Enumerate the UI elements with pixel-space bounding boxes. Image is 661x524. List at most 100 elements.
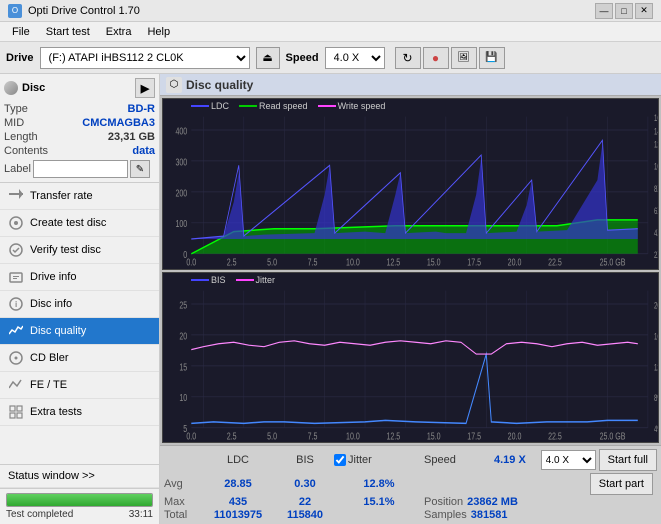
legend-ldc: LDC [191, 101, 229, 111]
disc-length-value: 23,31 GB [108, 131, 155, 143]
status-window-label: Status window >> [8, 470, 95, 482]
svg-text:5.0: 5.0 [267, 430, 277, 442]
nav-label-drive-info: Drive info [30, 271, 76, 283]
eject-button[interactable]: ⏏ [256, 47, 280, 69]
total-bis: 115840 [276, 509, 334, 521]
nav-label-disc-info: Disc info [30, 298, 72, 310]
svg-text:7.5: 7.5 [308, 256, 318, 268]
samples-label: Samples [424, 509, 467, 521]
toolbar-btn-4[interactable]: 💾 [479, 47, 505, 69]
start-part-button[interactable]: Start part [590, 473, 653, 495]
disc-label-row: Label ✎ [4, 160, 155, 178]
legend-read: Read speed [239, 101, 308, 111]
nav-item-create-test-disc[interactable]: Create test disc [0, 210, 159, 237]
nav-item-verify-test-disc[interactable]: Verify test disc [0, 237, 159, 264]
legend-write-line [318, 105, 336, 107]
svg-text:22.5: 22.5 [548, 256, 562, 268]
legend-bis-label: BIS [211, 275, 226, 285]
chart2-legend: BIS Jitter [191, 275, 275, 285]
legend-read-line [239, 105, 257, 107]
nav-item-disc-info[interactable]: i Disc info [0, 291, 159, 318]
content-area: ⬡ Disc quality LDC Read speed [160, 74, 661, 524]
nav-menu: Transfer rate Create test disc Verify te… [0, 183, 159, 464]
avg-jitter: 12.8% [334, 478, 424, 490]
verify-test-disc-icon [8, 242, 24, 258]
start-full-button[interactable]: Start full [599, 449, 657, 471]
disc-mid-label: MID [4, 117, 24, 129]
speed-select[interactable]: 4.0 X [325, 47, 385, 69]
maximize-button[interactable]: □ [615, 3, 633, 19]
status-window-button[interactable]: Status window >> [0, 465, 159, 488]
svg-text:16X: 16X [654, 113, 658, 123]
quality-panel-title: Disc quality [186, 78, 253, 92]
toolbar-btn-1[interactable]: ↻ [395, 47, 421, 69]
titlebar-left: O Opti Drive Control 1.70 [8, 4, 140, 18]
position-area: Position 23862 MB [424, 496, 518, 508]
stats-header-ldc: LDC [200, 454, 276, 466]
jitter-checkbox[interactable] [334, 454, 346, 466]
svg-text:0.0: 0.0 [186, 256, 196, 268]
svg-text:15.0: 15.0 [427, 430, 441, 442]
chart1-legend: LDC Read speed Write speed [191, 101, 385, 111]
disc-expand-btn[interactable]: ▶ [135, 78, 155, 98]
disc-panel: Disc ▶ Type BD-R MID CMCMAGBA3 Length 23… [0, 74, 159, 183]
position-value: 23862 MB [467, 496, 518, 508]
svg-text:25.0 GB: 25.0 GB [600, 430, 626, 442]
svg-text:4%: 4% [654, 424, 658, 434]
nav-item-extra-tests[interactable]: Extra tests [0, 399, 159, 426]
minimize-button[interactable]: — [595, 3, 613, 19]
legend-write: Write speed [318, 101, 386, 111]
menu-start-test[interactable]: Start test [38, 24, 98, 40]
svg-text:20.0: 20.0 [508, 256, 522, 268]
svg-text:200: 200 [175, 187, 187, 199]
stats-speed-select[interactable]: 4.0 X [541, 450, 596, 470]
legend-bis-line [191, 279, 209, 281]
main-area: Disc ▶ Type BD-R MID CMCMAGBA3 Length 23… [0, 74, 661, 524]
close-button[interactable]: ✕ [635, 3, 653, 19]
legend-jitter: Jitter [236, 275, 276, 285]
max-bis: 22 [276, 496, 334, 508]
toolbar-btn-3[interactable]: 🖼 [451, 47, 477, 69]
drive-info-icon [8, 269, 24, 285]
disc-label-input[interactable] [33, 160, 128, 178]
nav-item-cd-bler[interactable]: CD Bler [0, 345, 159, 372]
menu-extra[interactable]: Extra [98, 24, 140, 40]
transfer-rate-icon [8, 188, 24, 204]
menu-file[interactable]: File [4, 24, 38, 40]
svg-text:2X: 2X [654, 250, 658, 260]
svg-text:6X: 6X [654, 206, 658, 216]
menu-help[interactable]: Help [139, 24, 178, 40]
nav-item-transfer-rate[interactable]: Transfer rate [0, 183, 159, 210]
svg-text:15.0: 15.0 [427, 256, 441, 268]
stats-avg-speed-val: 4.19 X [494, 454, 526, 466]
start-part-area: Start part [590, 473, 657, 495]
menubar: File Start test Extra Help [0, 22, 661, 42]
legend-jitter-line [236, 279, 254, 281]
nav-item-drive-info[interactable]: Drive info [0, 264, 159, 291]
stats-start-full-area: 4.0 X Start full [541, 449, 657, 471]
disc-mid-row: MID CMCMAGBA3 [4, 116, 155, 130]
svg-text:2.5: 2.5 [227, 256, 237, 268]
fe-te-icon [8, 377, 24, 393]
svg-text:12%: 12% [654, 362, 658, 372]
progress-status: Test completed 33:11 [6, 509, 153, 520]
drive-select[interactable]: (F:) ATAPI iHBS112 2 CL0K [40, 47, 250, 69]
svg-text:12.5: 12.5 [386, 256, 400, 268]
disc-length-label: Length [4, 131, 38, 143]
svg-text:0.0: 0.0 [186, 430, 196, 442]
sidebar-bottom: Status window >> [0, 464, 159, 488]
max-jitter: 15.1% [334, 496, 424, 508]
label-edit-button[interactable]: ✎ [130, 160, 150, 178]
samples-area: Samples 381581 [424, 509, 508, 521]
svg-text:12.5: 12.5 [386, 430, 400, 442]
svg-text:10X: 10X [654, 162, 658, 172]
nav-label-verify-test-disc: Verify test disc [30, 244, 101, 256]
stats-avg-row: Avg 28.85 0.30 12.8% Start part [164, 473, 657, 495]
svg-text:7.5: 7.5 [308, 430, 318, 442]
nav-item-disc-quality[interactable]: Disc quality [0, 318, 159, 345]
disc-mid-value: CMCMAGBA3 [82, 117, 155, 129]
stats-total-row: Total 11013975 115840 Samples 381581 [164, 509, 657, 521]
toolbar-btn-2[interactable]: ● [423, 47, 449, 69]
nav-item-fe-te[interactable]: FE / TE [0, 372, 159, 399]
disc-quality-icon [8, 323, 24, 339]
